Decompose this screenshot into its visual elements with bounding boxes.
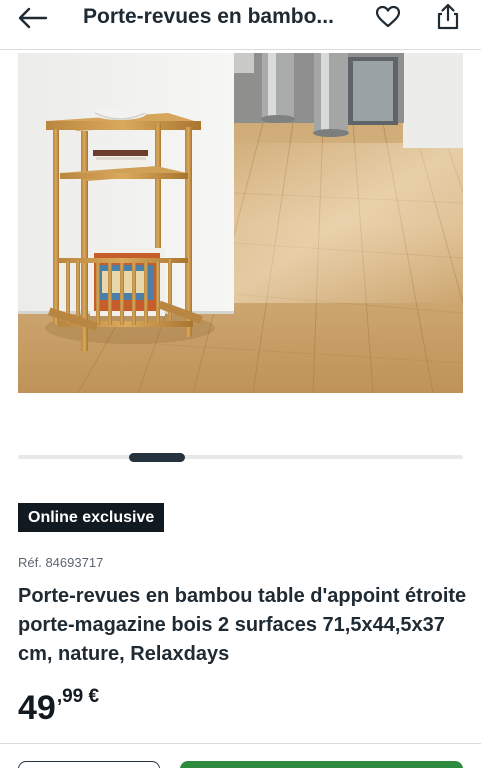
arrow-left-icon[interactable] <box>16 6 50 30</box>
bottom-bar-divider <box>0 743 481 744</box>
product-reference: Réf. 84693717 <box>18 555 104 570</box>
price-decimal: ,99 € <box>56 686 100 707</box>
share-icon[interactable] <box>436 2 460 30</box>
product-price: 49,99 € <box>18 686 99 730</box>
secondary-action-button[interactable] <box>18 761 160 768</box>
online-exclusive-badge: Online exclusive <box>18 503 165 532</box>
add-to-cart-button[interactable] <box>180 761 463 768</box>
product-photo <box>18 53 463 393</box>
product-title: Porte-revues en bambou table d'appoint é… <box>18 585 467 665</box>
price-integer: 49 <box>18 689 56 727</box>
top-app-bar: Porte-revues en bambo... <box>0 0 481 50</box>
product-image[interactable] <box>18 53 463 393</box>
carousel-track[interactable] <box>18 455 463 459</box>
heart-outline-icon[interactable] <box>375 4 401 30</box>
carousel-indicator-active[interactable] <box>129 453 185 462</box>
page-title: Porte-revues en bambo... <box>83 5 334 28</box>
